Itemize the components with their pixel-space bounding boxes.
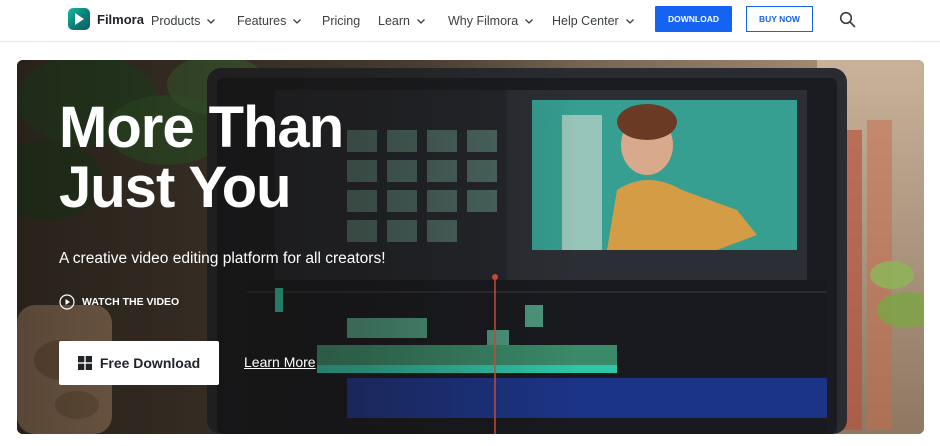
nav-item-products[interactable]: Products: [151, 0, 216, 42]
chevron-down-icon: [525, 19, 534, 24]
nav-item-why-filmora[interactable]: Why Filmora: [448, 0, 534, 42]
nav-item-label: Products: [151, 14, 201, 28]
nav-item-label: Features: [237, 14, 287, 28]
headline-line: Just You: [59, 155, 292, 220]
windows-icon: [77, 356, 92, 370]
filmora-logo[interactable]: Filmora: [68, 8, 144, 30]
learn-more-link[interactable]: Learn More: [244, 354, 316, 370]
chevron-down-icon: [293, 19, 302, 24]
nav-item-label: Pricing: [322, 14, 361, 28]
hero-banner: More Than Just You A creative video edit…: [17, 60, 924, 434]
hero-headline: More Than Just You: [59, 98, 419, 218]
nav-item-help-center[interactable]: Help Center: [552, 0, 635, 42]
play-circle-icon: [59, 294, 75, 310]
watch-video-label: WATCH THE VIDEO: [82, 296, 180, 308]
free-download-button[interactable]: Free Download: [59, 341, 219, 385]
nav-item-features[interactable]: Features: [237, 0, 302, 42]
chevron-down-icon: [417, 19, 425, 24]
filmora-logo-icon: [68, 8, 90, 30]
headline-line: More Than: [59, 95, 344, 160]
nav-item-learn[interactable]: Learn: [378, 0, 426, 42]
download-button[interactable]: DOWNLOAD: [655, 6, 732, 32]
nav-item-pricing[interactable]: Pricing: [322, 0, 360, 42]
hero-subtitle: A creative video editing platform for al…: [59, 250, 386, 267]
chevron-down-icon: [625, 19, 634, 24]
brand-name: Filmora: [97, 11, 144, 27]
free-download-label: Free Download: [99, 355, 201, 371]
nav-item-label: Learn: [378, 14, 410, 28]
search-icon[interactable]: [839, 11, 856, 28]
top-navigation: Filmora Products Features Pricing Learn …: [0, 0, 940, 42]
nav-item-label: Help Center: [552, 14, 619, 28]
watch-video-link[interactable]: WATCH THE VIDEO: [59, 294, 179, 310]
chevron-down-icon: [207, 19, 216, 24]
buy-now-button[interactable]: BUY NOW: [746, 6, 813, 32]
nav-item-label: Why Filmora: [448, 14, 519, 28]
